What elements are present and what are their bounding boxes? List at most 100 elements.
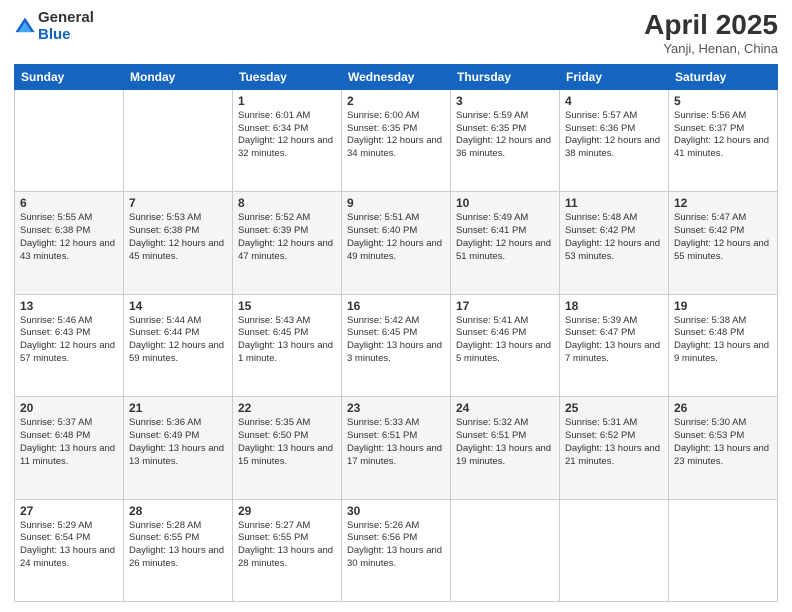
day-info: Sunrise: 5:42 AM Sunset: 6:45 PM Dayligh… <box>347 315 445 366</box>
logo-blue: Blue <box>38 26 71 43</box>
calendar-cell <box>669 499 778 601</box>
col-wednesday: Wednesday <box>342 64 451 89</box>
day-info: Sunrise: 5:33 AM Sunset: 6:51 PM Dayligh… <box>347 417 445 468</box>
logo-general: General <box>38 9 94 26</box>
day-info: Sunrise: 5:36 AM Sunset: 6:49 PM Dayligh… <box>129 417 227 468</box>
calendar-header-row: Sunday Monday Tuesday Wednesday Thursday… <box>15 64 778 89</box>
day-info: Sunrise: 5:27 AM Sunset: 6:55 PM Dayligh… <box>238 520 336 571</box>
day-info: Sunrise: 5:30 AM Sunset: 6:53 PM Dayligh… <box>674 417 772 468</box>
calendar-cell: 24 Sunrise: 5:32 AM Sunset: 6:51 PM Dayli… <box>451 397 560 499</box>
day-number: 28 <box>129 504 227 518</box>
calendar-cell: 21 Sunrise: 5:36 AM Sunset: 6:49 PM Dayli… <box>124 397 233 499</box>
calendar-cell: 2 Sunrise: 6:00 AM Sunset: 6:35 PM Daylig… <box>342 89 451 191</box>
day-number: 4 <box>565 94 663 108</box>
title-area: April 2025 Yanji, Henan, China <box>644 10 778 56</box>
calendar-cell: 5 Sunrise: 5:56 AM Sunset: 6:37 PM Daylig… <box>669 89 778 191</box>
day-number: 22 <box>238 401 336 415</box>
day-number: 20 <box>20 401 118 415</box>
day-number: 16 <box>347 299 445 313</box>
calendar-cell: 26Sunrise: 5:30 AM Sunset: 6:53 PM Dayli… <box>669 397 778 499</box>
day-number: 24 <box>456 401 554 415</box>
day-info: Sunrise: 6:00 AM Sunset: 6:35 PM Dayligh… <box>347 110 445 161</box>
day-info: Sunrise: 5:26 AM Sunset: 6:56 PM Dayligh… <box>347 520 445 571</box>
day-info: Sunrise: 5:39 AM Sunset: 6:47 PM Dayligh… <box>565 315 663 366</box>
day-number: 9 <box>347 196 445 210</box>
calendar-cell: 13Sunrise: 5:46 AM Sunset: 6:43 PM Dayli… <box>15 294 124 396</box>
calendar-cell: 7 Sunrise: 5:53 AM Sunset: 6:38 PM Daylig… <box>124 192 233 294</box>
calendar-cell: 11 Sunrise: 5:48 AM Sunset: 6:42 PM Dayli… <box>560 192 669 294</box>
calendar: Sunday Monday Tuesday Wednesday Thursday… <box>14 64 778 602</box>
day-number: 27 <box>20 504 118 518</box>
calendar-cell <box>560 499 669 601</box>
day-info: Sunrise: 5:59 AM Sunset: 6:35 PM Dayligh… <box>456 110 554 161</box>
main-title: April 2025 <box>644 10 778 41</box>
calendar-week-1: 1 Sunrise: 6:01 AM Sunset: 6:34 PM Daylig… <box>15 89 778 191</box>
col-saturday: Saturday <box>669 64 778 89</box>
day-number: 1 <box>238 94 336 108</box>
day-info: Sunrise: 5:53 AM Sunset: 6:38 PM Dayligh… <box>129 212 227 263</box>
calendar-cell <box>451 499 560 601</box>
calendar-cell: 23 Sunrise: 5:33 AM Sunset: 6:51 PM Dayli… <box>342 397 451 499</box>
day-number: 2 <box>347 94 445 108</box>
day-number: 6 <box>20 196 118 210</box>
day-info: Sunrise: 5:47 AM Sunset: 6:42 PM Dayligh… <box>674 212 772 263</box>
col-friday: Friday <box>560 64 669 89</box>
calendar-week-5: 27Sunrise: 5:29 AM Sunset: 6:54 PM Dayli… <box>15 499 778 601</box>
calendar-cell: 1 Sunrise: 6:01 AM Sunset: 6:34 PM Daylig… <box>233 89 342 191</box>
calendar-cell: 29 Sunrise: 5:27 AM Sunset: 6:55 PM Dayli… <box>233 499 342 601</box>
day-number: 8 <box>238 196 336 210</box>
day-number: 12 <box>674 196 772 210</box>
calendar-week-3: 13Sunrise: 5:46 AM Sunset: 6:43 PM Dayli… <box>15 294 778 396</box>
calendar-cell: 17Sunrise: 5:41 AM Sunset: 6:46 PM Dayli… <box>451 294 560 396</box>
header: General Blue April 2025 Yanji, Henan, Ch… <box>14 10 778 56</box>
day-info: Sunrise: 5:31 AM Sunset: 6:52 PM Dayligh… <box>565 417 663 468</box>
day-number: 29 <box>238 504 336 518</box>
day-number: 30 <box>347 504 445 518</box>
day-info: Sunrise: 5:48 AM Sunset: 6:42 PM Dayligh… <box>565 212 663 263</box>
day-number: 13 <box>20 299 118 313</box>
day-number: 3 <box>456 94 554 108</box>
calendar-cell <box>124 89 233 191</box>
calendar-cell: 27Sunrise: 5:29 AM Sunset: 6:54 PM Dayli… <box>15 499 124 601</box>
subtitle: Yanji, Henan, China <box>644 41 778 56</box>
calendar-cell: 4Sunrise: 5:57 AM Sunset: 6:36 PM Daylig… <box>560 89 669 191</box>
col-tuesday: Tuesday <box>233 64 342 89</box>
calendar-cell: 6 Sunrise: 5:55 AM Sunset: 6:38 PM Daylig… <box>15 192 124 294</box>
day-number: 21 <box>129 401 227 415</box>
day-number: 11 <box>565 196 663 210</box>
day-info: Sunrise: 5:52 AM Sunset: 6:39 PM Dayligh… <box>238 212 336 263</box>
calendar-cell: 25 Sunrise: 5:31 AM Sunset: 6:52 PM Dayli… <box>560 397 669 499</box>
calendar-week-4: 20Sunrise: 5:37 AM Sunset: 6:48 PM Dayli… <box>15 397 778 499</box>
day-info: Sunrise: 5:51 AM Sunset: 6:40 PM Dayligh… <box>347 212 445 263</box>
day-info: Sunrise: 5:55 AM Sunset: 6:38 PM Dayligh… <box>20 212 118 263</box>
day-info: Sunrise: 5:28 AM Sunset: 6:55 PM Dayligh… <box>129 520 227 571</box>
logo-icon <box>14 16 36 38</box>
day-info: Sunrise: 5:43 AM Sunset: 6:45 PM Dayligh… <box>238 315 336 366</box>
col-sunday: Sunday <box>15 64 124 89</box>
day-number: 10 <box>456 196 554 210</box>
calendar-cell: 9 Sunrise: 5:51 AM Sunset: 6:40 PM Daylig… <box>342 192 451 294</box>
day-number: 15 <box>238 299 336 313</box>
calendar-cell: 10 Sunrise: 5:49 AM Sunset: 6:41 PM Dayli… <box>451 192 560 294</box>
calendar-cell: 3 Sunrise: 5:59 AM Sunset: 6:35 PM Daylig… <box>451 89 560 191</box>
day-number: 14 <box>129 299 227 313</box>
day-info: Sunrise: 5:49 AM Sunset: 6:41 PM Dayligh… <box>456 212 554 263</box>
day-info: Sunrise: 6:01 AM Sunset: 6:34 PM Dayligh… <box>238 110 336 161</box>
calendar-cell: 16 Sunrise: 5:42 AM Sunset: 6:45 PM Dayli… <box>342 294 451 396</box>
logo: General Blue <box>14 10 94 43</box>
day-info: Sunrise: 5:38 AM Sunset: 6:48 PM Dayligh… <box>674 315 772 366</box>
day-number: 19 <box>674 299 772 313</box>
col-monday: Monday <box>124 64 233 89</box>
calendar-cell: 18Sunrise: 5:39 AM Sunset: 6:47 PM Dayli… <box>560 294 669 396</box>
page: General Blue April 2025 Yanji, Henan, Ch… <box>0 0 792 612</box>
calendar-cell: 19 Sunrise: 5:38 AM Sunset: 6:48 PM Dayli… <box>669 294 778 396</box>
day-number: 25 <box>565 401 663 415</box>
day-number: 7 <box>129 196 227 210</box>
calendar-cell: 15 Sunrise: 5:43 AM Sunset: 6:45 PM Dayli… <box>233 294 342 396</box>
day-number: 23 <box>347 401 445 415</box>
day-number: 5 <box>674 94 772 108</box>
calendar-cell: 20Sunrise: 5:37 AM Sunset: 6:48 PM Dayli… <box>15 397 124 499</box>
day-info: Sunrise: 5:56 AM Sunset: 6:37 PM Dayligh… <box>674 110 772 161</box>
calendar-cell: 12 Sunrise: 5:47 AM Sunset: 6:42 PM Dayli… <box>669 192 778 294</box>
day-info: Sunrise: 5:32 AM Sunset: 6:51 PM Dayligh… <box>456 417 554 468</box>
